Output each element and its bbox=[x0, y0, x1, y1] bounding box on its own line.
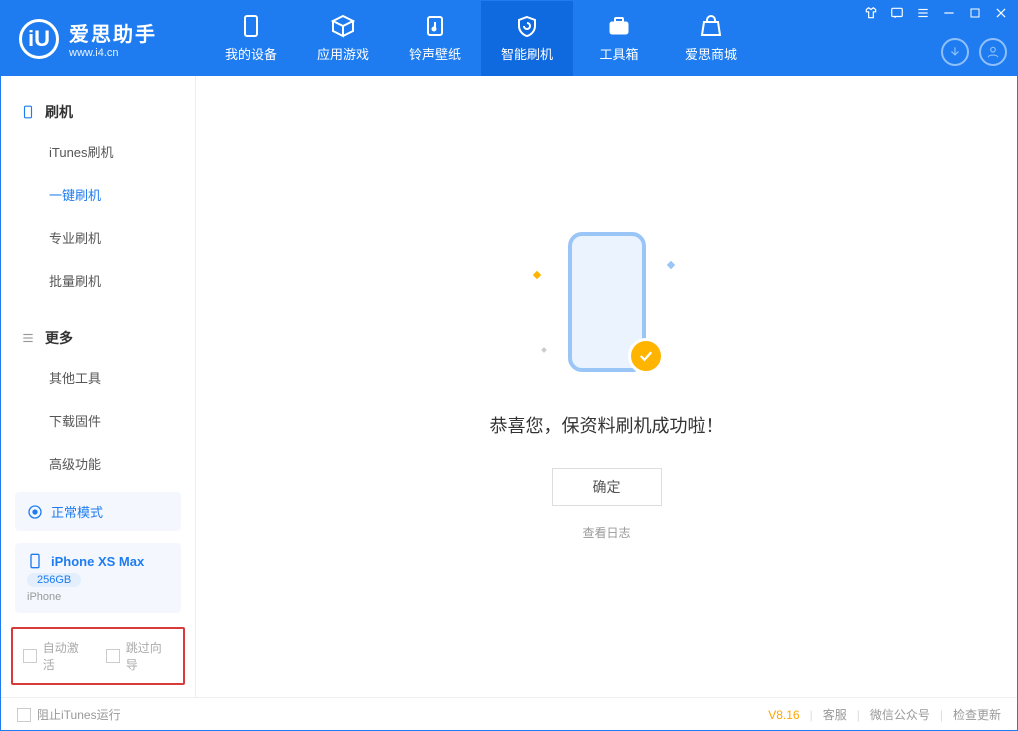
toolbox-icon bbox=[607, 14, 631, 38]
tab-flash[interactable]: 智能刷机 bbox=[481, 1, 573, 76]
tab-mydevice[interactable]: 我的设备 bbox=[205, 1, 297, 76]
logo-area: iU 爱思助手 www.i4.cn bbox=[1, 1, 205, 76]
device-type: iPhone bbox=[27, 591, 61, 603]
close-button[interactable] bbox=[993, 5, 1009, 21]
app-url: www.i4.cn bbox=[69, 47, 157, 59]
footer-link-update[interactable]: 检查更新 bbox=[953, 706, 1001, 723]
checkbox-icon bbox=[23, 649, 37, 663]
app-title: 爱思助手 bbox=[69, 18, 157, 47]
block-itunes-checkbox[interactable]: 阻止iTunes运行 bbox=[17, 706, 121, 723]
tab-ringtones[interactable]: 铃声壁纸 bbox=[389, 1, 481, 76]
skin-icon[interactable] bbox=[863, 5, 879, 21]
checkbox-label: 自动激活 bbox=[43, 639, 90, 673]
app-logo-icon: iU bbox=[19, 19, 59, 59]
skip-wizard-checkbox[interactable]: 跳过向导 bbox=[106, 639, 173, 673]
tab-toolbox[interactable]: 工具箱 bbox=[573, 1, 665, 76]
music-file-icon bbox=[423, 14, 447, 38]
success-illustration bbox=[552, 232, 662, 382]
footer-link-support[interactable]: 客服 bbox=[823, 706, 847, 723]
feedback-icon[interactable] bbox=[889, 5, 905, 21]
sidebar-item-download-firmware[interactable]: 下载固件 bbox=[1, 399, 195, 442]
checkbox-icon bbox=[17, 708, 31, 722]
mode-label: 正常模式 bbox=[51, 502, 103, 521]
tab-label: 爱思商城 bbox=[685, 44, 737, 63]
device-info-box[interactable]: iPhone XS Max 256GB iPhone bbox=[15, 543, 181, 613]
sidebar-item-other-tools[interactable]: 其他工具 bbox=[1, 356, 195, 399]
section-title: 刷机 bbox=[45, 102, 73, 122]
device-icon bbox=[21, 105, 35, 119]
user-button[interactable] bbox=[979, 38, 1007, 66]
refresh-shield-icon bbox=[515, 14, 539, 38]
nav-tabs: 我的设备 应用游戏 铃声壁纸 智能刷机 工具箱 爱思商城 bbox=[205, 1, 757, 76]
device-mode-box[interactable]: 正常模式 bbox=[15, 492, 181, 531]
tab-apps[interactable]: 应用游戏 bbox=[297, 1, 389, 76]
device-capacity: 256GB bbox=[27, 573, 81, 587]
tab-label: 应用游戏 bbox=[317, 44, 369, 63]
minimize-button[interactable] bbox=[941, 5, 957, 21]
window-controls bbox=[863, 5, 1009, 21]
options-highlight-box: 自动激活 跳过向导 bbox=[11, 627, 185, 685]
footer-link-wechat[interactable]: 微信公众号 bbox=[870, 706, 930, 723]
checkbox-icon bbox=[106, 649, 120, 663]
auto-activate-checkbox[interactable]: 自动激活 bbox=[23, 639, 90, 673]
sidebar-section-flash[interactable]: 刷机 bbox=[1, 94, 195, 130]
checkbox-label: 阻止iTunes运行 bbox=[37, 706, 121, 723]
app-header: iU 爱思助手 www.i4.cn 我的设备 应用游戏 铃声壁纸 智能刷机 工具… bbox=[1, 1, 1017, 76]
sidebar: 刷机 iTunes刷机 一键刷机 专业刷机 批量刷机 更多 其他工具 下载固件 … bbox=[1, 76, 196, 697]
maximize-button[interactable] bbox=[967, 5, 983, 21]
menu-icon[interactable] bbox=[915, 5, 931, 21]
sidebar-item-advanced[interactable]: 高级功能 bbox=[1, 442, 195, 485]
main-content: 恭喜您，保资料刷机成功啦！ 确定 查看日志 bbox=[196, 76, 1017, 697]
checkbox-label: 跳过向导 bbox=[126, 639, 173, 673]
section-title: 更多 bbox=[45, 328, 73, 348]
tab-store[interactable]: 爱思商城 bbox=[665, 1, 757, 76]
sidebar-item-itunes-flash[interactable]: iTunes刷机 bbox=[1, 130, 195, 173]
sidebar-item-oneclick-flash[interactable]: 一键刷机 bbox=[1, 173, 195, 216]
phone-icon bbox=[239, 14, 263, 38]
list-icon bbox=[21, 331, 35, 345]
ok-button[interactable]: 确定 bbox=[552, 468, 662, 506]
tab-label: 铃声壁纸 bbox=[409, 44, 461, 63]
download-button[interactable] bbox=[941, 38, 969, 66]
footer: 阻止iTunes运行 V8.16 | 客服 | 微信公众号 | 检查更新 bbox=[1, 697, 1017, 731]
tab-label: 我的设备 bbox=[225, 44, 277, 63]
bag-icon bbox=[699, 14, 723, 38]
device-name: iPhone XS Max bbox=[51, 554, 144, 569]
header-actions bbox=[941, 38, 1007, 66]
cube-icon bbox=[331, 14, 355, 38]
mode-icon bbox=[27, 504, 43, 520]
tab-label: 智能刷机 bbox=[501, 44, 553, 63]
sidebar-item-pro-flash[interactable]: 专业刷机 bbox=[1, 216, 195, 259]
tab-label: 工具箱 bbox=[599, 44, 638, 63]
check-badge-icon bbox=[628, 338, 664, 374]
sidebar-item-batch-flash[interactable]: 批量刷机 bbox=[1, 259, 195, 302]
version-label: V8.16 bbox=[768, 708, 799, 722]
success-message: 恭喜您，保资料刷机成功啦！ bbox=[490, 412, 724, 438]
phone-icon bbox=[27, 553, 43, 569]
view-log-link[interactable]: 查看日志 bbox=[582, 524, 630, 541]
sidebar-section-more[interactable]: 更多 bbox=[1, 320, 195, 356]
